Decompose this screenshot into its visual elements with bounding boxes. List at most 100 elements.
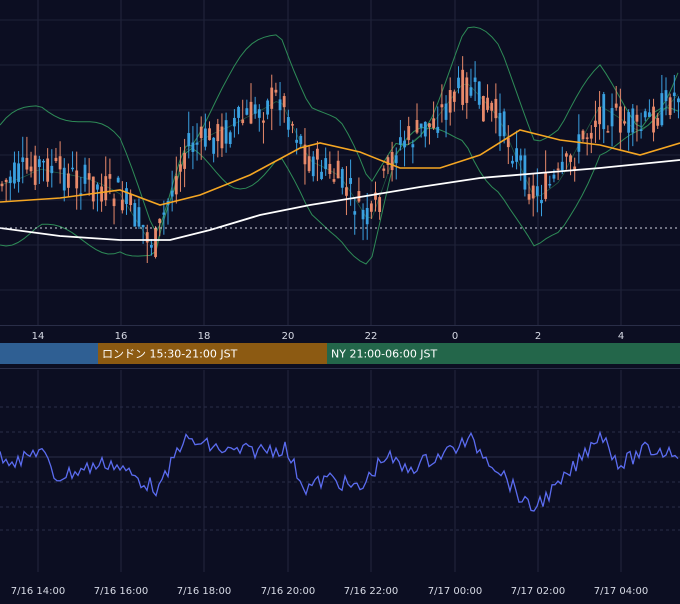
candle-body — [324, 158, 328, 170]
chart-svg: 14 16 18 20 22 0 2 4 ロンドン 15:30-21:00 JST NY 21:… — [0, 0, 680, 600]
candle-body — [648, 112, 651, 117]
candle-body — [58, 156, 62, 170]
candle-body — [62, 167, 66, 191]
candle-body — [216, 124, 220, 142]
candle-body — [407, 126, 411, 141]
candle-body — [307, 156, 311, 172]
candle-body — [154, 228, 157, 257]
candle-body — [511, 160, 514, 164]
session-label: ロンドン 15:30-21:00 JST — [102, 348, 238, 361]
candle-body — [195, 142, 199, 145]
candle-body — [29, 166, 33, 172]
candle-body — [286, 117, 290, 130]
candle-body — [116, 177, 120, 183]
candle-body — [295, 139, 299, 143]
candle-body — [672, 92, 676, 97]
candle-body — [162, 212, 166, 215]
candle-body — [486, 97, 489, 110]
candle-body — [282, 96, 286, 108]
candle-body — [390, 151, 394, 171]
candle-body — [150, 244, 153, 248]
chart-background — [0, 0, 680, 600]
candle-body — [623, 121, 626, 124]
candle-body — [353, 211, 357, 215]
candle-body — [120, 199, 124, 211]
candle-body — [482, 96, 485, 122]
candle-body — [332, 179, 336, 182]
candle-body — [365, 207, 369, 225]
candle-body — [535, 186, 539, 196]
candle-body — [253, 104, 257, 114]
candle-body — [67, 173, 70, 188]
candle-body — [399, 137, 402, 145]
candle-body — [465, 77, 469, 103]
time-tick-label: 7/16 18:00 — [177, 586, 231, 597]
candle-body — [448, 90, 452, 113]
candle-body — [137, 207, 141, 227]
candle-body — [502, 111, 506, 137]
candle-body — [13, 162, 16, 184]
price-tick-label: 22 — [365, 331, 378, 342]
candle-body — [158, 218, 162, 224]
candle-body — [656, 117, 660, 126]
candle-body — [237, 107, 240, 118]
candle-body — [411, 144, 415, 148]
candle-body — [104, 176, 108, 201]
candle-body — [54, 157, 58, 162]
candle-body — [403, 140, 406, 148]
candle-body — [208, 128, 211, 141]
candle-body — [257, 109, 261, 118]
candle-body — [444, 103, 448, 120]
candle-body — [336, 160, 340, 179]
candle-body — [262, 120, 265, 123]
session-block — [0, 343, 98, 364]
candle-body — [274, 89, 278, 93]
candle-body — [170, 190, 174, 197]
candle-body — [477, 81, 481, 105]
candle-body — [581, 130, 585, 140]
candle-body — [432, 118, 435, 129]
price-tick-label: 16 — [115, 331, 128, 342]
candle-body — [369, 203, 373, 212]
candle-body — [311, 156, 315, 177]
candle-body — [428, 123, 431, 128]
candle-body — [660, 93, 664, 126]
candle-body — [187, 133, 191, 147]
candle-body — [4, 179, 8, 183]
candle-body — [183, 152, 186, 169]
session-bar: ロンドン 15:30-21:00 JST NY 21:00-06:00 JST — [0, 343, 680, 364]
candle-body — [174, 176, 178, 195]
candle-body — [436, 126, 440, 133]
candle-body — [639, 129, 643, 131]
time-tick-label: 7/16 16:00 — [94, 586, 148, 597]
price-tick-label: 4 — [618, 331, 624, 342]
candle-body — [548, 183, 552, 186]
candle-body — [552, 174, 556, 179]
candle-body — [415, 120, 419, 133]
candle-body — [129, 194, 133, 206]
candle-body — [618, 106, 622, 133]
candle-body — [100, 186, 103, 202]
candle-body — [394, 155, 398, 164]
candle-body — [664, 90, 668, 102]
candle-body — [46, 158, 50, 182]
candle-body — [245, 108, 249, 115]
candle-body — [17, 163, 20, 182]
candle-body — [291, 124, 294, 126]
candle-body — [266, 100, 269, 115]
candle-body — [42, 160, 45, 163]
time-tick-label: 7/16 22:00 — [344, 586, 398, 597]
candle-body — [361, 209, 365, 220]
candle-body — [133, 203, 137, 227]
candle-body — [668, 97, 672, 115]
candle-body — [610, 108, 614, 127]
candle-body — [145, 232, 149, 243]
candle-body — [469, 87, 473, 96]
candle-body — [602, 94, 606, 130]
candle-body — [328, 163, 332, 175]
candle-body — [203, 128, 207, 147]
candle-body — [299, 135, 303, 145]
candle-body — [179, 164, 182, 172]
candle-body — [382, 168, 386, 171]
time-tick-label: 7/17 00:00 — [428, 586, 482, 597]
